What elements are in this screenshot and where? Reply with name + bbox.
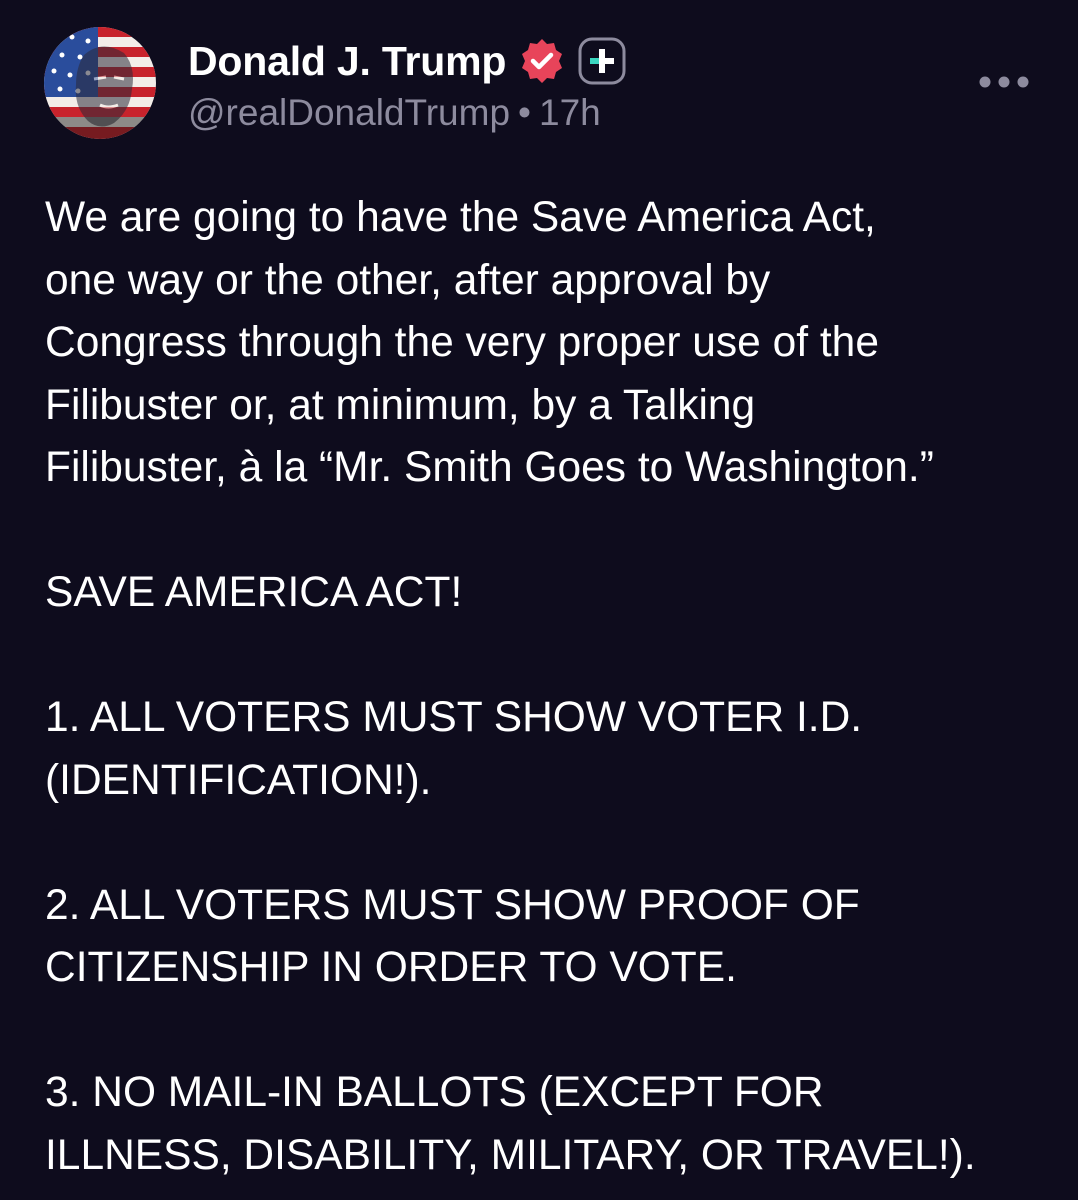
post-body: We are going to have the Save America Ac… <box>45 187 1055 1187</box>
meta-separator: • <box>518 92 532 133</box>
post-timestamp[interactable]: 17h <box>539 92 601 133</box>
verified-badge-icon <box>518 37 566 85</box>
author-display-name[interactable]: Donald J. Trump <box>188 38 506 85</box>
post-paragraph: We are going to have the Save America Ac… <box>45 194 934 491</box>
post-meta: @realDonaldTrump • 17h <box>188 92 601 134</box>
post-paragraph: 1. ALL VOTERS MUST SHOW VOTER I.D. (IDEN… <box>45 694 863 804</box>
post-paragraph: 2. ALL VOTERS MUST SHOW PROOF OF CITIZEN… <box>45 881 860 992</box>
author-handle[interactable]: @realDonaldTrump <box>188 92 510 133</box>
author-name-row: Donald J. Trump <box>188 36 626 86</box>
more-options-icon <box>979 76 1029 88</box>
plus-badge-icon[interactable] <box>578 37 626 85</box>
avatar-image <box>44 27 156 139</box>
more-options-button[interactable] <box>972 62 1036 102</box>
avatar[interactable] <box>44 27 156 139</box>
post-paragraph: SAVE AMERICA ACT! <box>45 569 463 616</box>
post-paragraph: 3. NO MAIL-IN BALLOTS (EXCEPT FOR ILLNES… <box>45 1069 976 1179</box>
post-card: Donald J. Trump @realDonaldTrump • 17h W… <box>0 0 1078 1200</box>
